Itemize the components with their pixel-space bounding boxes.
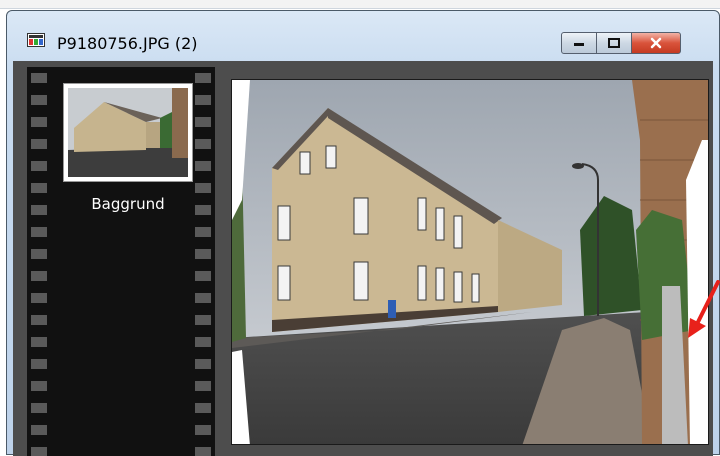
layer-name: Baggrund [91,195,165,213]
film-perforation-left [31,67,47,456]
close-button[interactable] [631,32,681,54]
top-border [0,0,720,9]
image-canvas[interactable] [231,79,709,445]
layer-thumbnail[interactable] [63,83,193,182]
minimize-button[interactable] [561,32,597,54]
window-title: P9180756.JPG (2) [57,34,198,53]
maximize-button[interactable] [596,32,632,54]
maximize-icon [608,38,620,48]
title-bar[interactable]: P9180756.JPG (2) [7,11,719,55]
annotation-arrow [688,280,720,338]
image-file-icon [27,33,45,47]
layer-thumbnail-image [68,88,188,177]
photo [232,80,708,444]
image-window: P9180756.JPG (2) Baggrund [6,10,720,456]
close-icon [650,37,662,49]
layers-panel: Baggrund [27,67,215,456]
window-content: Baggrund [13,61,713,456]
minimize-icon [574,43,584,46]
film-perforation-right [195,67,211,456]
